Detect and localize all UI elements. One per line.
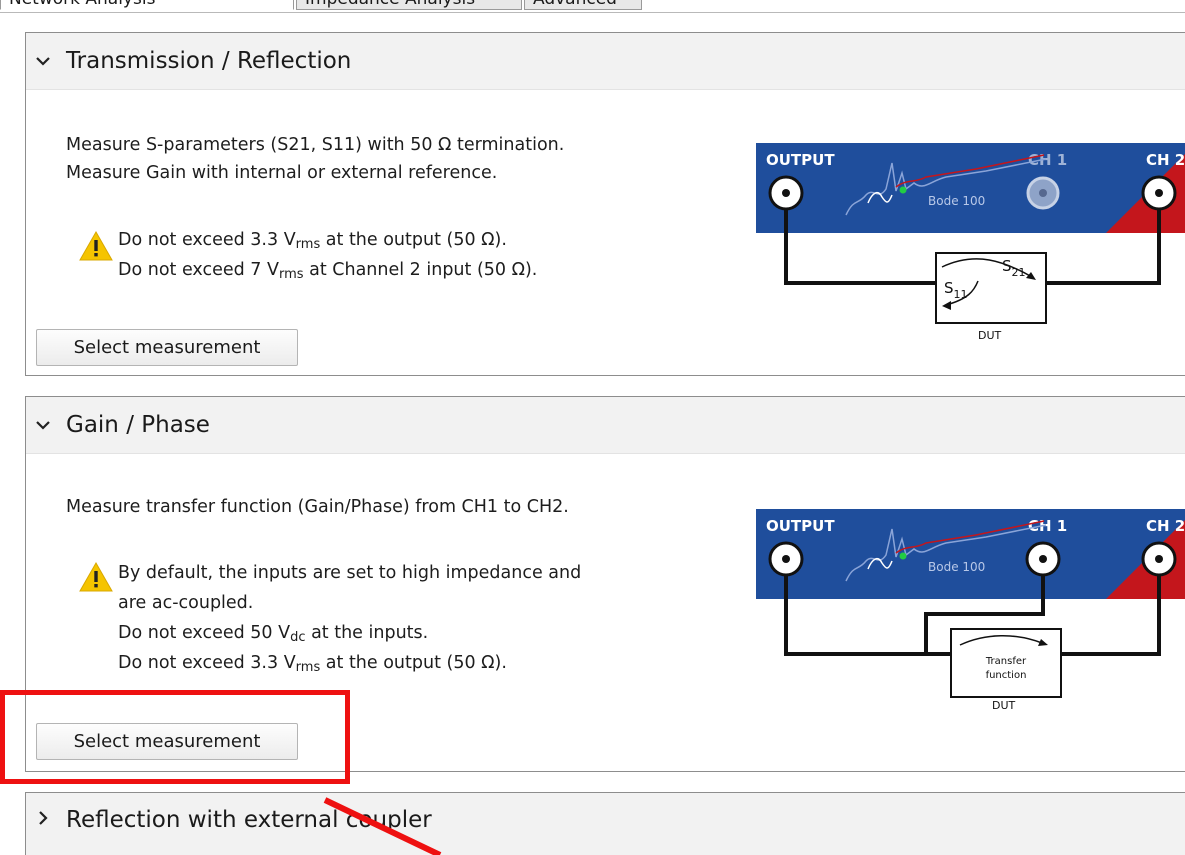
tab-strip: Network Analysis Impedance Analysis Adva… [0,0,1185,13]
warning-triangle-icon [79,230,113,261]
warning-triangle-icon [79,561,113,592]
warning-line: Do not exceed 3.3 Vrms at the output (50… [118,653,507,675]
panel-reflection-external-coupler: Reflection with external coupler [25,792,1185,855]
warning-line: By default, the inputs are set to high i… [118,563,582,583]
status-led [899,186,907,194]
panel-title: Transmission / Reflection [66,48,352,74]
select-measurement-button[interactable]: Select measurement [36,723,298,760]
tab-advanced[interactable]: Advanced [524,0,642,10]
panel-header[interactable]: Reflection with external coupler [26,793,1185,855]
dut-label: DUT [992,699,1016,709]
output-label: OUTPUT [766,517,835,535]
select-measurement-button[interactable]: Select measurement [36,329,298,366]
panel-header[interactable]: Gain / Phase [26,397,1185,454]
panel-transmission-reflection: Transmission / Reflection Measure S-para… [25,32,1185,376]
ch1-label: CH 1 [1028,151,1067,169]
tab-network-analysis[interactable]: Network Analysis [0,0,294,10]
panel-title: Reflection with external coupler [66,807,432,833]
bode-transmission-diagram: OUTPUT CH 1 CH 2 Bode 100 S21 S11 DUT [756,143,1185,342]
transfer-label: Transfer [985,656,1027,667]
panel-header[interactable]: Transmission / Reflection [26,33,1185,90]
output-label: OUTPUT [766,151,835,169]
ch2-label: CH 2 [1146,517,1185,535]
device-name: Bode 100 [928,194,985,208]
status-led [899,552,907,560]
description-line: Measure transfer function (Gain/Phase) f… [66,497,569,517]
warning-line: Do not exceed 7 Vrms at Channel 2 input … [118,260,538,282]
description-line: Measure Gain with internal or external r… [66,163,498,183]
tab-impedance-analysis[interactable]: Impedance Analysis [296,0,522,10]
panel-title: Gain / Phase [66,412,210,438]
measurement-selection-page: Network Analysis Impedance Analysis Adva… [0,0,1185,855]
bode-gain-phase-diagram: OUTPUT CH 1 CH 2 Bode 100 Transfer funct… [756,509,1185,709]
chevron-down-icon[interactable] [34,416,52,434]
chevron-down-icon[interactable] [34,52,52,70]
panel-gain-phase: Gain / Phase Measure transfer function (… [25,396,1185,772]
function-label: function [986,670,1027,681]
ch2-label: CH 2 [1146,151,1185,169]
device-name: Bode 100 [928,560,985,574]
warning-line: are ac-coupled. [118,593,254,613]
dut-label: DUT [978,329,1002,342]
chevron-right-icon[interactable] [34,809,52,827]
ch1-label: CH 1 [1028,517,1067,535]
description-line: Measure S-parameters (S21, S11) with 50 … [66,135,565,155]
